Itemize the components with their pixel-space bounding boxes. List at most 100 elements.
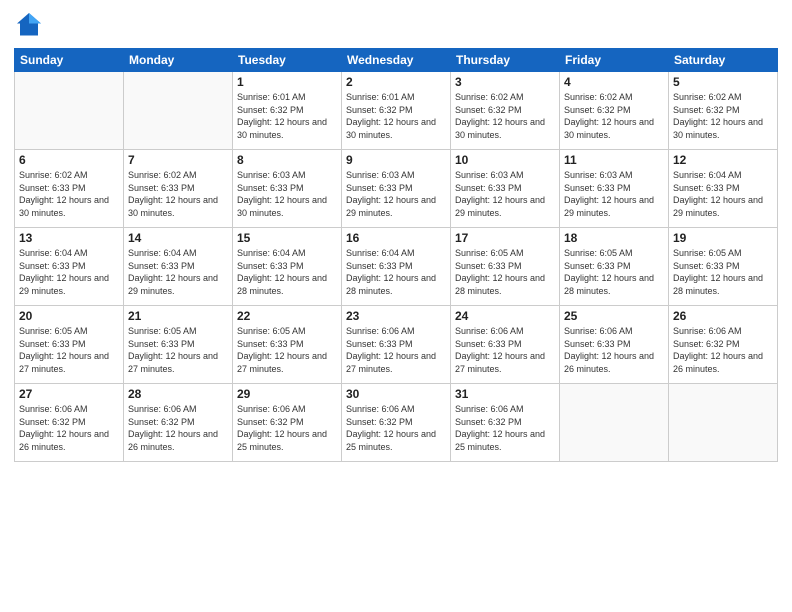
calendar-week-row: 1 Sunrise: 6:01 AM Sunset: 6:32 PM Daylig… <box>15 72 778 150</box>
day-info: Sunrise: 6:02 AM Sunset: 6:33 PM Dayligh… <box>128 169 228 219</box>
calendar-cell: 22 Sunrise: 6:05 AM Sunset: 6:33 PM Dayli… <box>233 306 342 384</box>
calendar-cell: 23 Sunrise: 6:06 AM Sunset: 6:33 PM Dayli… <box>342 306 451 384</box>
day-info: Sunrise: 6:02 AM Sunset: 6:32 PM Dayligh… <box>455 91 555 141</box>
day-number: 22 <box>237 309 337 323</box>
day-number: 31 <box>455 387 555 401</box>
calendar-cell: 18 Sunrise: 6:05 AM Sunset: 6:33 PM Dayli… <box>560 228 669 306</box>
calendar-cell <box>669 384 778 462</box>
day-info: Sunrise: 6:04 AM Sunset: 6:33 PM Dayligh… <box>128 247 228 297</box>
calendar-cell <box>560 384 669 462</box>
day-info: Sunrise: 6:06 AM Sunset: 6:33 PM Dayligh… <box>455 325 555 375</box>
day-number: 5 <box>673 75 773 89</box>
weekday-header: Sunday <box>15 49 124 72</box>
calendar-cell: 25Sunrise: 6:06 AM Sunset: 6:33 PM Dayli… <box>560 306 669 384</box>
day-info: Sunrise: 6:03 AM Sunset: 6:33 PM Dayligh… <box>237 169 337 219</box>
calendar-cell: 16 Sunrise: 6:04 AM Sunset: 6:33 PM Dayli… <box>342 228 451 306</box>
day-number: 18 <box>564 231 664 245</box>
day-number: 10 <box>455 153 555 167</box>
day-number: 12 <box>673 153 773 167</box>
day-info: Sunrise: 6:05 AM Sunset: 6:33 PM Dayligh… <box>237 325 337 375</box>
calendar-cell: 26 Sunrise: 6:06 AM Sunset: 6:32 PM Dayli… <box>669 306 778 384</box>
day-number: 24 <box>455 309 555 323</box>
calendar-cell: 3 Sunrise: 6:02 AM Sunset: 6:32 PM Daylig… <box>451 72 560 150</box>
calendar-cell: 8 Sunrise: 6:03 AM Sunset: 6:33 PM Daylig… <box>233 150 342 228</box>
day-info: Sunrise: 6:06 AM Sunset: 6:32 PM Dayligh… <box>673 325 773 375</box>
day-number: 1 <box>237 75 337 89</box>
calendar-cell: 9 Sunrise: 6:03 AM Sunset: 6:33 PM Daylig… <box>342 150 451 228</box>
day-number: 13 <box>19 231 119 245</box>
day-number: 27 <box>19 387 119 401</box>
day-info: Sunrise: 6:06 AM Sunset: 6:33 PM Dayligh… <box>346 325 446 375</box>
day-number: 15 <box>237 231 337 245</box>
day-number: 29 <box>237 387 337 401</box>
calendar-cell: 29Sunrise: 6:06 AM Sunset: 6:32 PM Dayli… <box>233 384 342 462</box>
calendar-cell: 4Sunrise: 6:02 AM Sunset: 6:32 PM Daylig… <box>560 72 669 150</box>
day-number: 21 <box>128 309 228 323</box>
calendar-week-row: 6 Sunrise: 6:02 AM Sunset: 6:33 PM Daylig… <box>15 150 778 228</box>
day-number: 9 <box>346 153 446 167</box>
day-number: 6 <box>19 153 119 167</box>
calendar-cell: 17 Sunrise: 6:05 AM Sunset: 6:33 PM Dayli… <box>451 228 560 306</box>
day-info: Sunrise: 6:06 AM Sunset: 6:32 PM Dayligh… <box>19 403 119 453</box>
day-number: 11 <box>564 153 664 167</box>
day-number: 2 <box>346 75 446 89</box>
logo-icon <box>14 10 44 40</box>
calendar-cell: 31 Sunrise: 6:06 AM Sunset: 6:32 PM Dayli… <box>451 384 560 462</box>
day-info: Sunrise: 6:02 AM Sunset: 6:33 PM Dayligh… <box>19 169 119 219</box>
day-info: Sunrise: 6:02 AM Sunset: 6:32 PM Dayligh… <box>564 91 664 141</box>
day-info: Sunrise: 6:06 AM Sunset: 6:32 PM Dayligh… <box>128 403 228 453</box>
calendar-cell: 27 Sunrise: 6:06 AM Sunset: 6:32 PM Dayli… <box>15 384 124 462</box>
calendar-cell: 12Sunrise: 6:04 AM Sunset: 6:33 PM Dayli… <box>669 150 778 228</box>
calendar-week-row: 20 Sunrise: 6:05 AM Sunset: 6:33 PM Dayli… <box>15 306 778 384</box>
calendar-cell: 20 Sunrise: 6:05 AM Sunset: 6:33 PM Dayli… <box>15 306 124 384</box>
day-number: 26 <box>673 309 773 323</box>
day-info: Sunrise: 6:05 AM Sunset: 6:33 PM Dayligh… <box>564 247 664 297</box>
day-info: Sunrise: 6:01 AM Sunset: 6:32 PM Dayligh… <box>237 91 337 141</box>
calendar-cell: 7Sunrise: 6:02 AM Sunset: 6:33 PM Daylig… <box>124 150 233 228</box>
day-info: Sunrise: 6:03 AM Sunset: 6:33 PM Dayligh… <box>346 169 446 219</box>
weekday-header: Wednesday <box>342 49 451 72</box>
calendar-cell: 13 Sunrise: 6:04 AM Sunset: 6:33 PM Dayli… <box>15 228 124 306</box>
day-info: Sunrise: 6:05 AM Sunset: 6:33 PM Dayligh… <box>673 247 773 297</box>
day-info: Sunrise: 6:04 AM Sunset: 6:33 PM Dayligh… <box>346 247 446 297</box>
day-info: Sunrise: 6:06 AM Sunset: 6:33 PM Dayligh… <box>564 325 664 375</box>
day-info: Sunrise: 6:05 AM Sunset: 6:33 PM Dayligh… <box>455 247 555 297</box>
calendar-week-row: 13 Sunrise: 6:04 AM Sunset: 6:33 PM Dayli… <box>15 228 778 306</box>
day-info: Sunrise: 6:03 AM Sunset: 6:33 PM Dayligh… <box>455 169 555 219</box>
day-number: 23 <box>346 309 446 323</box>
day-info: Sunrise: 6:05 AM Sunset: 6:33 PM Dayligh… <box>19 325 119 375</box>
weekday-header-row: SundayMondayTuesdayWednesdayThursdayFrid… <box>15 49 778 72</box>
header <box>14 10 778 40</box>
day-number: 8 <box>237 153 337 167</box>
calendar-cell <box>15 72 124 150</box>
calendar-cell: 1 Sunrise: 6:01 AM Sunset: 6:32 PM Daylig… <box>233 72 342 150</box>
calendar-cell: 28Sunrise: 6:06 AM Sunset: 6:32 PM Dayli… <box>124 384 233 462</box>
weekday-header: Friday <box>560 49 669 72</box>
calendar-cell: 19 Sunrise: 6:05 AM Sunset: 6:33 PM Dayli… <box>669 228 778 306</box>
day-info: Sunrise: 6:06 AM Sunset: 6:32 PM Dayligh… <box>455 403 555 453</box>
day-number: 3 <box>455 75 555 89</box>
day-info: Sunrise: 6:04 AM Sunset: 6:33 PM Dayligh… <box>19 247 119 297</box>
weekday-header: Monday <box>124 49 233 72</box>
day-number: 30 <box>346 387 446 401</box>
day-info: Sunrise: 6:05 AM Sunset: 6:33 PM Dayligh… <box>128 325 228 375</box>
calendar-cell: 11Sunrise: 6:03 AM Sunset: 6:33 PM Dayli… <box>560 150 669 228</box>
weekday-header: Tuesday <box>233 49 342 72</box>
calendar-cell: 5 Sunrise: 6:02 AM Sunset: 6:32 PM Daylig… <box>669 72 778 150</box>
day-info: Sunrise: 6:02 AM Sunset: 6:32 PM Dayligh… <box>673 91 773 141</box>
day-number: 14 <box>128 231 228 245</box>
day-number: 16 <box>346 231 446 245</box>
day-info: Sunrise: 6:01 AM Sunset: 6:32 PM Dayligh… <box>346 91 446 141</box>
calendar-cell: 21 Sunrise: 6:05 AM Sunset: 6:33 PM Dayli… <box>124 306 233 384</box>
calendar-week-row: 27 Sunrise: 6:06 AM Sunset: 6:32 PM Dayli… <box>15 384 778 462</box>
day-info: Sunrise: 6:04 AM Sunset: 6:33 PM Dayligh… <box>237 247 337 297</box>
day-number: 19 <box>673 231 773 245</box>
calendar-cell: 30 Sunrise: 6:06 AM Sunset: 6:32 PM Dayli… <box>342 384 451 462</box>
calendar: SundayMondayTuesdayWednesdayThursdayFrid… <box>14 48 778 462</box>
calendar-cell: 2 Sunrise: 6:01 AM Sunset: 6:32 PM Daylig… <box>342 72 451 150</box>
day-info: Sunrise: 6:06 AM Sunset: 6:32 PM Dayligh… <box>346 403 446 453</box>
logo <box>14 10 48 40</box>
day-number: 17 <box>455 231 555 245</box>
day-number: 20 <box>19 309 119 323</box>
weekday-header: Thursday <box>451 49 560 72</box>
